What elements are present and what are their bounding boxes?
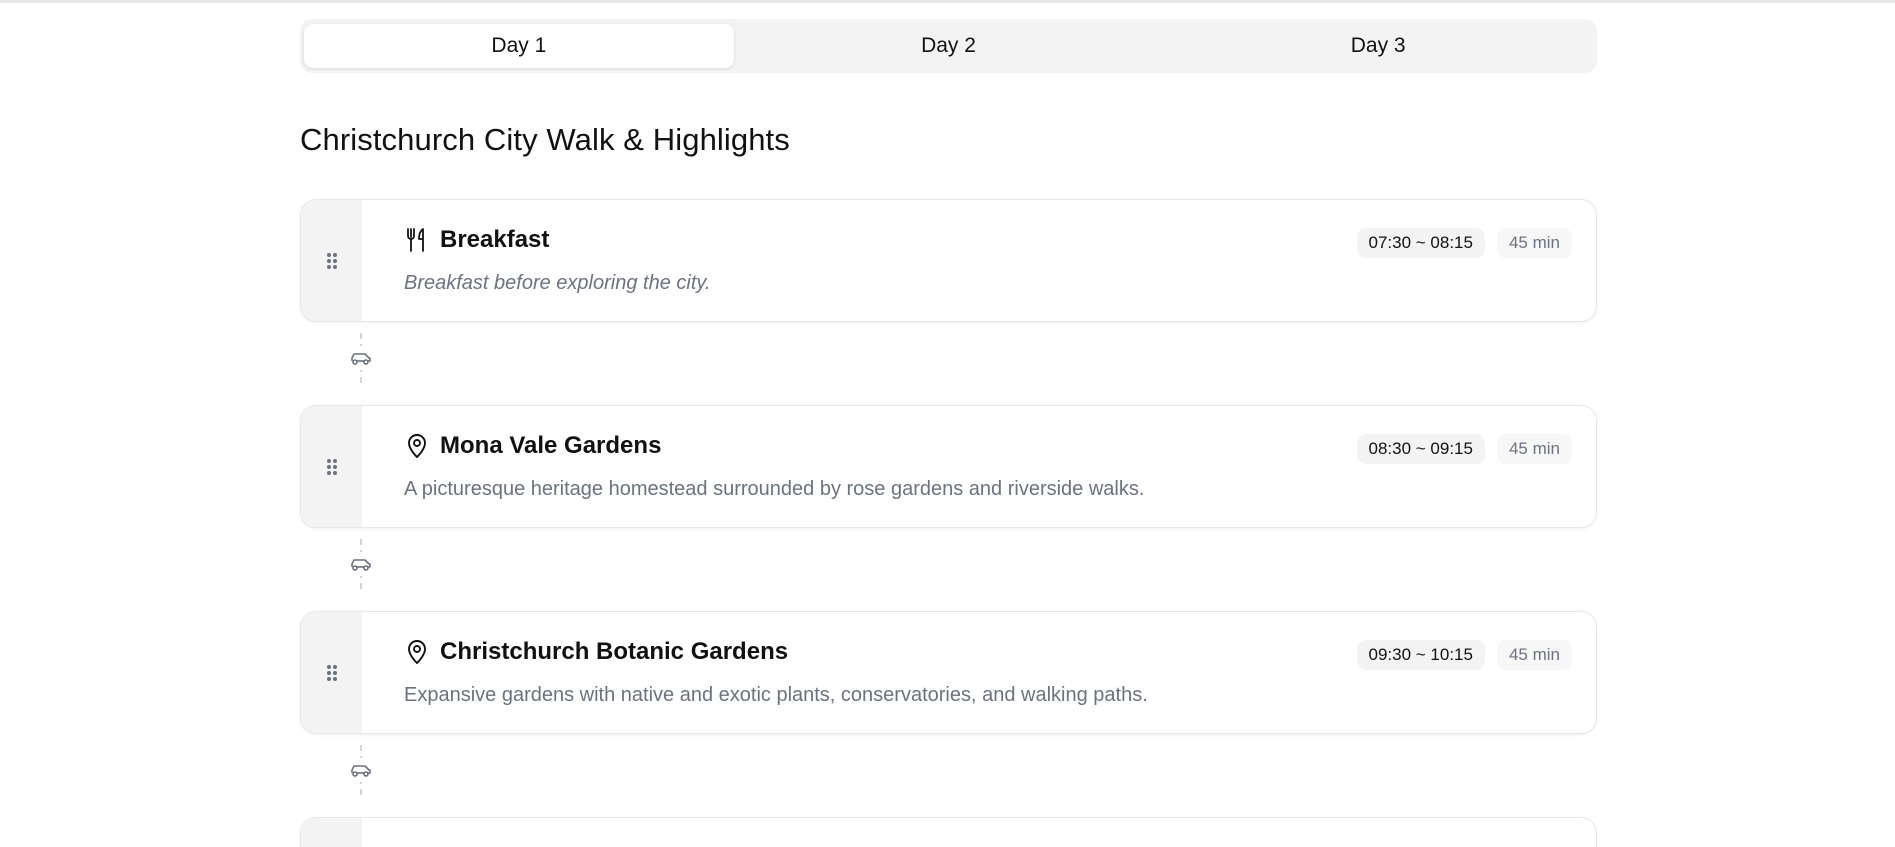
drag-handle[interactable]	[301, 818, 362, 847]
car-icon[interactable]	[347, 758, 375, 782]
item-title: Mona Vale Gardens	[440, 432, 662, 459]
itinerary-item-breakfast[interactable]: Breakfast Breakfast before exploring the…	[300, 199, 1597, 322]
car-icon[interactable]	[347, 346, 375, 370]
grip-icon	[326, 664, 337, 681]
item-description: A picturesque heritage homestead surroun…	[404, 478, 1145, 500]
map-pin-icon	[404, 639, 430, 665]
duration-badge: 45 min	[1496, 228, 1572, 258]
drag-handle[interactable]	[301, 406, 362, 527]
top-divider	[0, 0, 1895, 3]
tab-day-2[interactable]: Day 2	[734, 24, 1164, 68]
page-title: Christchurch City Walk & Highlights	[300, 122, 790, 157]
car-icon[interactable]	[347, 552, 375, 576]
duration-badge: 45 min	[1496, 640, 1572, 670]
tab-day-1[interactable]: Day 1	[304, 24, 734, 68]
duration-badge: 45 min	[1496, 434, 1572, 464]
time-badge: 07:30 ~ 08:15	[1356, 228, 1485, 258]
drag-handle[interactable]	[301, 612, 362, 733]
grip-icon	[326, 458, 337, 475]
day-tabs: Day 1 Day 2 Day 3	[300, 19, 1597, 73]
item-title: Breakfast	[440, 226, 550, 253]
itinerary-item-mona-vale[interactable]: Mona Vale Gardens A picturesque heritage…	[300, 405, 1597, 528]
item-title: Christchurch Botanic Gardens	[440, 638, 789, 665]
map-pin-icon	[404, 433, 430, 459]
item-description: Expansive gardens with native and exotic…	[404, 684, 1148, 706]
itinerary-item-next[interactable]	[300, 817, 1597, 847]
utensils-icon	[404, 227, 430, 253]
tab-day-3[interactable]: Day 3	[1163, 24, 1593, 68]
time-badge: 08:30 ~ 09:15	[1356, 434, 1485, 464]
time-badge: 09:30 ~ 10:15	[1356, 640, 1485, 670]
grip-icon	[326, 252, 337, 269]
drag-handle[interactable]	[301, 200, 362, 321]
item-description: Breakfast before exploring the city.	[404, 272, 711, 294]
itinerary-item-botanic-gardens[interactable]: Christchurch Botanic Gardens Expansive g…	[300, 611, 1597, 734]
